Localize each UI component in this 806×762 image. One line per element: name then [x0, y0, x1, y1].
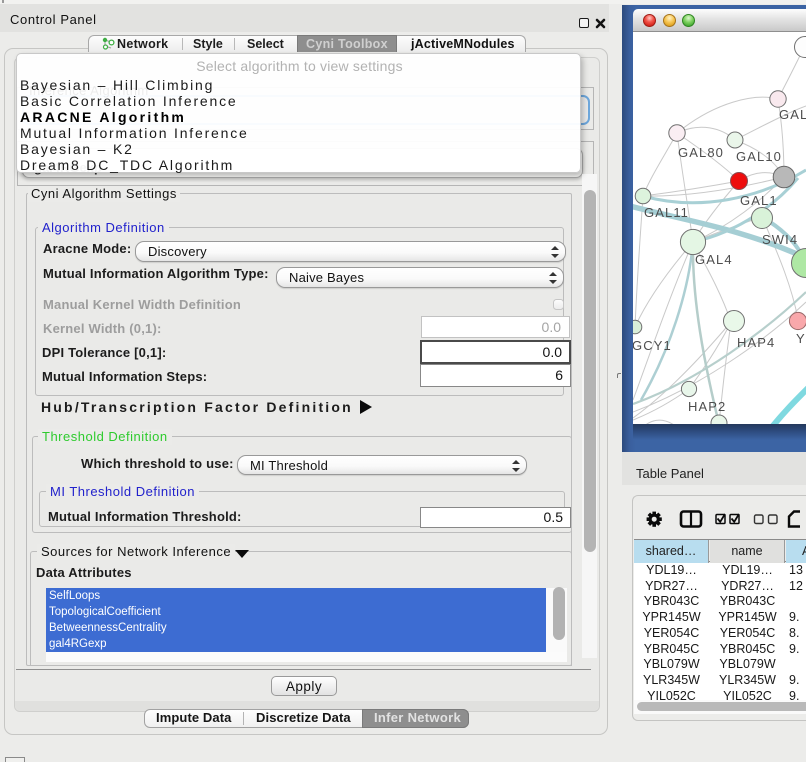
svg-text:HAP4: HAP4: [737, 335, 775, 350]
svg-text:GCY1: GCY1: [633, 338, 672, 353]
svg-text:GAL4: GAL4: [695, 252, 733, 267]
svg-text:YJL: YJL: [796, 331, 806, 346]
svg-text:HAP2: HAP2: [688, 399, 726, 414]
svg-text:GAL1: GAL1: [740, 193, 778, 208]
svg-text:GAL7: GAL7: [779, 107, 806, 122]
svg-text:GAL10: GAL10: [736, 149, 782, 164]
svg-text:GAL80: GAL80: [678, 145, 724, 160]
svg-text:SWI4: SWI4: [762, 232, 798, 247]
svg-text:GAL11: GAL11: [644, 205, 689, 220]
